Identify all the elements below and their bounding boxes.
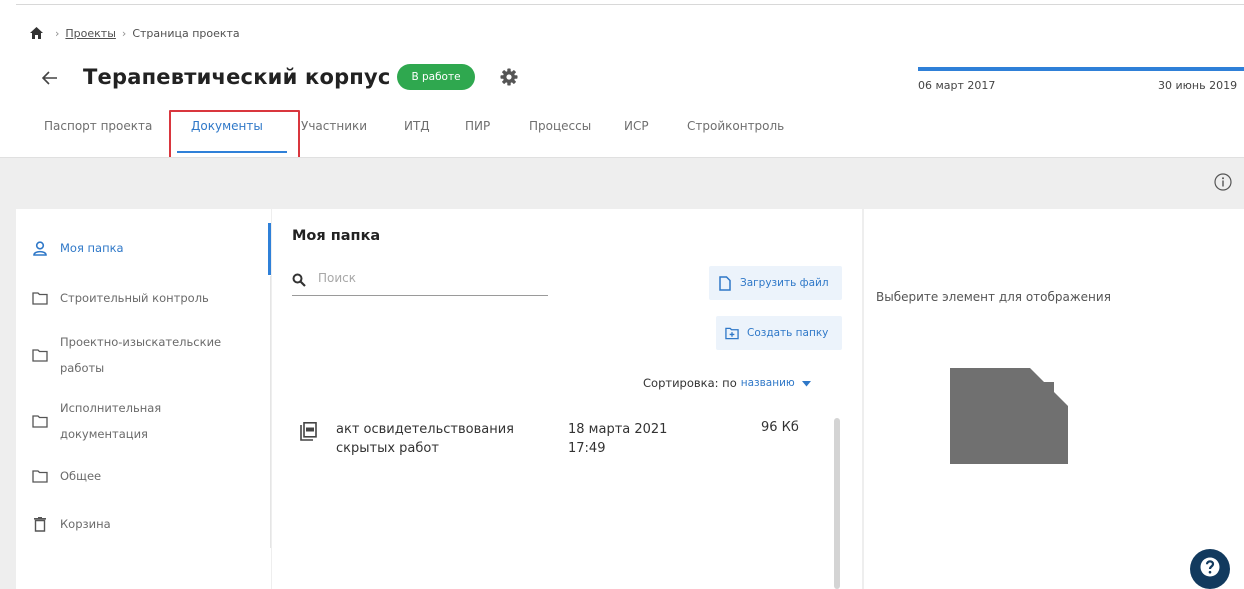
sidebar-item-my-folder[interactable]: Моя папка [32,240,124,256]
status-badge: В работе [397,64,475,90]
folder-title: Моя папка [292,228,381,244]
files-scrollbar[interactable] [834,418,840,589]
breadcrumb-separator: › [55,26,60,40]
file-name: акт освидетельствования скрытых работ [336,420,546,458]
upload-file-label: Загрузить файл [740,277,829,289]
tab-itd[interactable]: ИТД [404,119,430,133]
caret-down-icon[interactable] [801,376,811,390]
back-arrow-icon[interactable] [38,66,62,90]
sidebar-item-label: Корзина [60,517,111,531]
breadcrumb-current: Страница проекта [132,26,240,40]
timeline-end-date: 30 июнь 2019 [1158,79,1238,92]
sidebar-item-label: Исполнительная документация [60,395,161,447]
label-line: документация [60,427,148,441]
tab-participants[interactable]: Участники [301,119,367,133]
label-line: Исполнительная [60,401,162,415]
help-button[interactable] [1190,549,1230,589]
sidebar-item-design-survey[interactable]: Проектно-изыскательские работы [32,329,221,381]
file-size: 96 Кб [761,420,799,435]
label-line: работы [60,361,105,375]
active-folder-indicator [268,223,271,275]
sidebar-item-label: Моя папка [60,241,124,255]
help-icon [1199,556,1221,582]
file-icon [718,275,732,291]
top-divider [16,4,1244,5]
tab-passport[interactable]: Паспорт проекта [44,119,152,133]
file-date-line: 18 марта 2021 [568,422,668,437]
search-box [292,269,548,296]
pdf-file-icon [299,422,317,442]
tab-pir[interactable]: ПИР [465,119,490,133]
create-folder-label: Создать папку [747,327,829,339]
label-line: Проектно-изыскательские [60,335,222,349]
search-input[interactable] [318,269,538,285]
upload-file-button[interactable]: Загрузить файл [709,266,842,300]
search-icon [292,272,306,287]
timeline-bar [918,67,1244,71]
page-title: Терапевтический корпус [83,65,391,89]
tab-construction-control[interactable]: Стройконтроль [687,119,784,133]
file-date: 18 марта 2021 17:49 [568,420,698,458]
empty-preview-text: Выберите элемент для отображения [876,290,1111,304]
empty-document-icon [950,368,1068,464]
create-folder-button[interactable]: Создать папку [716,316,842,350]
folder-plus-icon [725,326,739,340]
breadcrumb-projects-link[interactable]: Проекты [65,27,116,40]
folder-icon [32,468,48,484]
folder-icon [32,413,48,429]
tab-isr[interactable]: ИСР [624,119,649,133]
sidebar-item-executive-docs[interactable]: Исполнительная документация [32,395,161,447]
sidebar-item-label: Проектно-изыскательские работы [60,329,221,381]
info-icon[interactable] [1213,172,1233,192]
user-icon [32,240,48,256]
gear-icon[interactable] [499,67,519,87]
timeline-start-date: 06 март 2017 [918,79,996,92]
file-row[interactable]: акт освидетельствования скрытых работ 18… [292,420,822,460]
sidebar-item-label: Строительный контроль [60,291,209,305]
panel-divider [270,276,271,548]
tab-processes[interactable]: Процессы [529,119,591,133]
folder-icon [32,290,48,306]
sort-value[interactable]: названию [741,377,795,389]
trash-icon [32,516,48,532]
folder-icon [32,347,48,363]
breadcrumb-separator: › [121,26,127,40]
home-icon[interactable] [29,26,43,40]
file-time-line: 17:49 [568,441,606,456]
sort-label: Сортировка: по [643,376,737,390]
sidebar-item-construction-control[interactable]: Строительный контроль [32,290,209,306]
file-name-line: акт освидетельствования [336,422,514,437]
breadcrumb: › Проекты › Страница проекта [29,24,240,42]
sidebar-item-label: Общее [60,469,102,483]
file-name-line: скрытых работ [336,441,439,456]
sidebar-item-general[interactable]: Общее [32,468,101,484]
sort-control: Сортировка: по названию [643,376,811,390]
sidebar-item-trash[interactable]: Корзина [32,516,111,532]
